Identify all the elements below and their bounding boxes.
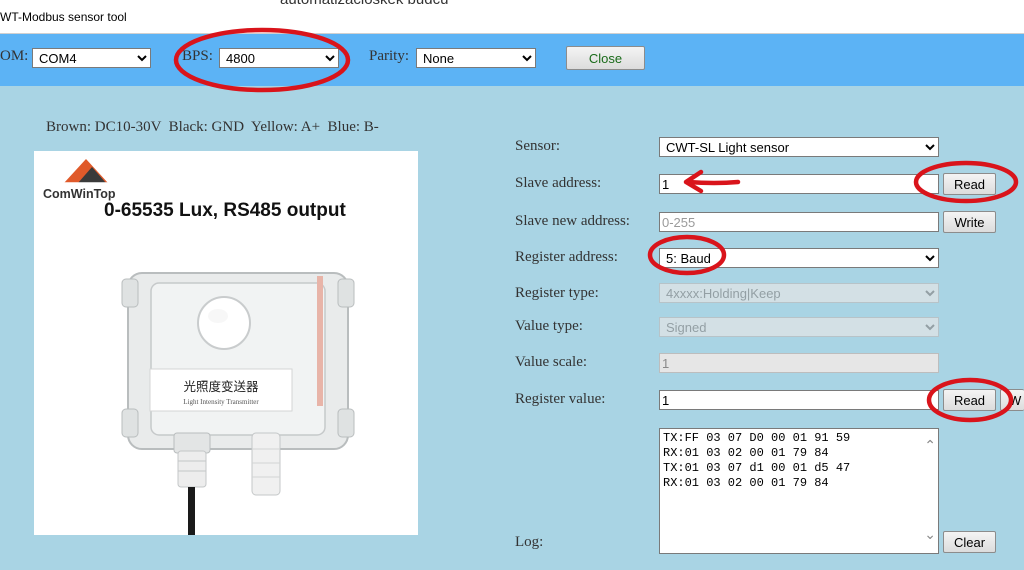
log-textarea[interactable]: TX:FF 03 07 D0 00 01 91 59 RX:01 03 02 0… (659, 428, 939, 554)
brand-logo (64, 159, 108, 184)
scroll-down-icon[interactable]: ⌄ (924, 528, 936, 543)
slave-address-label: Slave address: (515, 175, 602, 191)
value-scale-input (659, 353, 939, 373)
com-label: OM: (0, 48, 29, 64)
register-read-button[interactable]: Read (943, 389, 996, 411)
slave-new-address-input[interactable] (659, 212, 939, 232)
sensor-select[interactable]: CWT-SL Light sensor (659, 137, 939, 157)
scroll-up-icon[interactable]: ⌃ (924, 439, 936, 454)
register-type-label: Register type: (515, 285, 599, 301)
slave-new-address-label: Slave new address: (515, 213, 630, 229)
log-line: RX:01 03 02 00 01 79 84 (663, 476, 829, 490)
bps-select[interactable]: 4800 (219, 48, 339, 68)
slave-read-button[interactable]: Read (943, 173, 996, 195)
device-label-cn: 光照度变送器 (183, 379, 259, 394)
sensor-illustration: ComWinTop 0-65535 Lux, RS485 output 光照度变… (43, 159, 355, 535)
log-line: TX:FF 03 07 D0 00 01 91 59 (663, 431, 851, 445)
clear-log-button[interactable]: Clear (943, 531, 996, 553)
parity-label: Parity: (369, 48, 409, 64)
title-bar: automatizacióskék budcu WT-Modbus sensor… (0, 0, 1024, 34)
close-port-button[interactable]: Close (566, 46, 645, 70)
value-type-select: Signed (659, 317, 939, 337)
log-line: TX:01 03 07 d1 00 01 d5 47 (663, 461, 851, 475)
product-headline: 0-65535 Lux, RS485 output (104, 200, 346, 221)
slave-write-button[interactable]: Write (943, 211, 996, 233)
com-port-select[interactable]: COM4 (32, 48, 151, 68)
window-title: WT-Modbus sensor tool (0, 10, 127, 24)
register-type-select: 4xxxx:Holding|Keep (659, 283, 939, 303)
register-value-label: Register value: (515, 391, 606, 407)
register-write-button[interactable]: W (1000, 389, 1024, 411)
parity-select[interactable]: None (416, 48, 536, 68)
value-type-label: Value type: (515, 318, 583, 334)
log-line: RX:01 03 02 00 01 79 84 (663, 446, 829, 460)
register-address-label: Register address: (515, 249, 618, 265)
background-window-text: automatizacióskék budcu (280, 0, 448, 8)
wiring-info: Brown: DC10-30V Black: GND Yellow: A+ Bl… (46, 119, 379, 135)
value-scale-label: Value scale: (515, 354, 588, 370)
brand-name: ComWinTop (43, 187, 116, 201)
register-address-select[interactable]: 5: Baud (659, 248, 939, 268)
register-value-input[interactable] (659, 390, 939, 410)
sensor-product-image: ComWinTop 0-65535 Lux, RS485 output 光照度变… (34, 151, 418, 535)
device-label-en: Light Intensity Transmitter (183, 398, 259, 406)
bps-label: BPS: (182, 48, 213, 64)
log-label: Log: (515, 534, 544, 550)
sensor-label: Sensor: (515, 138, 560, 154)
slave-address-input[interactable] (659, 174, 939, 194)
